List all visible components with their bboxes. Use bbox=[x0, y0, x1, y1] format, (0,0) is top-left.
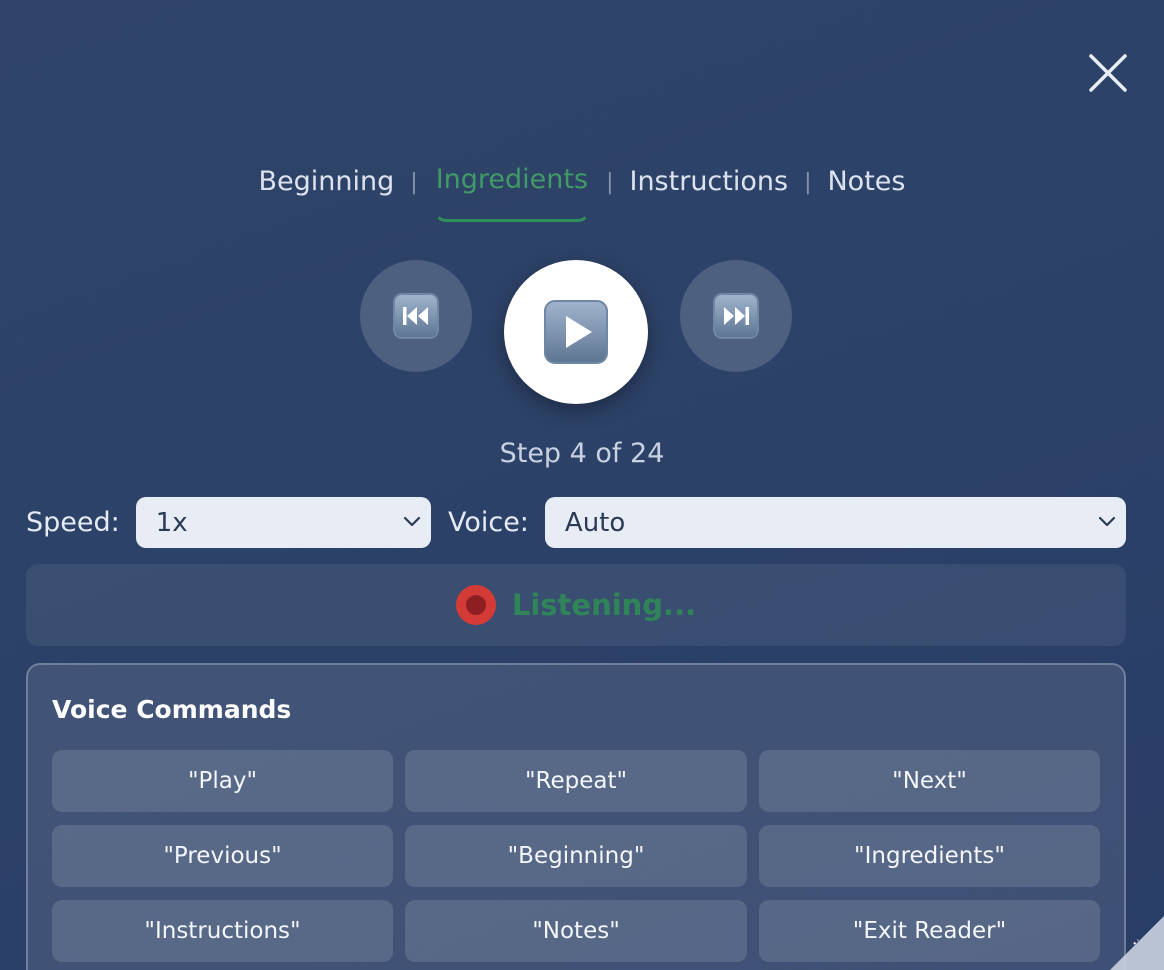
tab-instructions[interactable]: Instructions bbox=[629, 160, 788, 222]
next-button[interactable] bbox=[680, 260, 792, 372]
resize-handle-icon[interactable] bbox=[1104, 910, 1164, 970]
tab-separator: | bbox=[804, 170, 812, 195]
playback-settings: Speed: 1x Voice: Auto bbox=[26, 497, 1126, 548]
chevron-down-icon bbox=[403, 516, 421, 527]
play-icon bbox=[544, 300, 608, 364]
voice-select[interactable]: Auto bbox=[544, 497, 1126, 548]
voice-commands-title: Voice Commands bbox=[52, 695, 292, 724]
command-instructions[interactable]: "Instructions" bbox=[52, 900, 393, 962]
command-beginning[interactable]: "Beginning" bbox=[405, 825, 747, 887]
command-notes[interactable]: "Notes" bbox=[405, 900, 747, 962]
listening-text: Listening... bbox=[511, 588, 697, 622]
tab-separator: | bbox=[410, 170, 418, 195]
next-track-icon bbox=[713, 293, 759, 339]
voice-label: Voice: bbox=[447, 507, 529, 538]
tab-ingredients[interactable]: Ingredients bbox=[433, 160, 591, 222]
close-icon bbox=[1089, 54, 1127, 92]
speed-select-value: 1x bbox=[155, 507, 188, 538]
listening-status: Listening... bbox=[26, 564, 1126, 646]
voice-commands-panel: Voice Commands "Play" "Repeat" "Next" "P… bbox=[26, 663, 1126, 970]
command-next[interactable]: "Next" bbox=[759, 750, 1100, 812]
previous-button[interactable] bbox=[360, 260, 472, 372]
record-indicator-icon bbox=[455, 585, 496, 625]
section-tabs: Beginning | Ingredients | Instructions |… bbox=[0, 160, 1164, 222]
voice-commands-grid: "Play" "Repeat" "Next" "Previous" "Begin… bbox=[52, 750, 1100, 962]
command-exit-reader[interactable]: "Exit Reader" bbox=[759, 900, 1100, 962]
tab-separator: | bbox=[606, 170, 614, 195]
play-button[interactable] bbox=[504, 260, 648, 404]
command-repeat[interactable]: "Repeat" bbox=[405, 750, 747, 812]
speed-select[interactable]: 1x bbox=[135, 497, 431, 548]
playback-controls bbox=[0, 258, 1164, 408]
step-indicator: Step 4 of 24 bbox=[499, 438, 665, 469]
command-previous[interactable]: "Previous" bbox=[52, 825, 393, 887]
command-play[interactable]: "Play" bbox=[52, 750, 393, 812]
speed-label: Speed: bbox=[26, 507, 120, 538]
voice-select-value: Auto bbox=[564, 507, 626, 538]
close-button[interactable] bbox=[1086, 51, 1130, 95]
command-ingredients[interactable]: "Ingredients" bbox=[759, 825, 1100, 887]
chevron-down-icon bbox=[1098, 516, 1116, 527]
previous-track-icon bbox=[393, 293, 439, 339]
tab-notes[interactable]: Notes bbox=[827, 160, 905, 222]
tab-beginning[interactable]: Beginning bbox=[259, 160, 395, 222]
